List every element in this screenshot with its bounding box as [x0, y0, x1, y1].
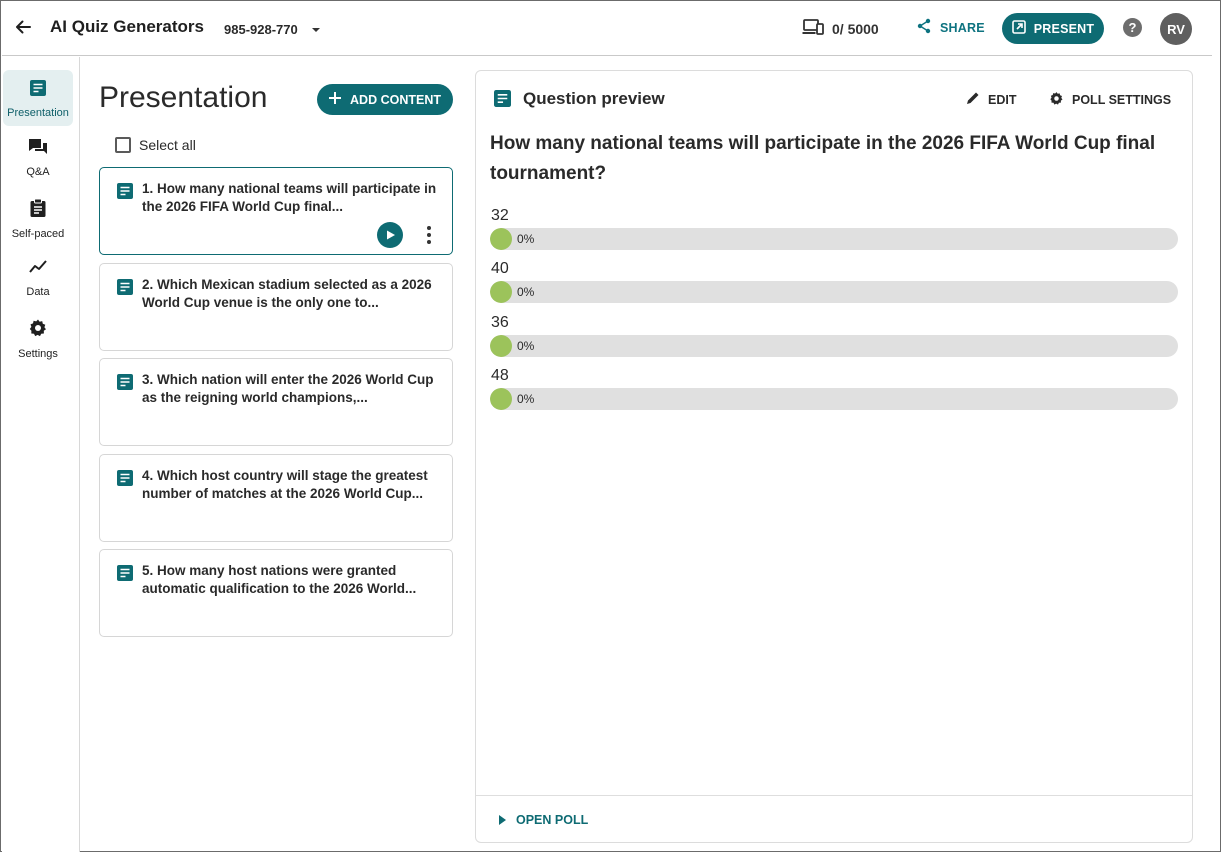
play-icon — [387, 230, 395, 240]
clipboard-icon — [29, 198, 47, 223]
poll-settings-button[interactable]: POLL SETTINGS — [1049, 91, 1171, 109]
question-text: How many national teams will participate… — [490, 133, 1156, 184]
chevron-down-icon — [311, 27, 320, 32]
event-code-label: 985-928-770 — [224, 22, 298, 37]
option-label: 48 — [491, 367, 509, 384]
chat-icon — [28, 138, 48, 161]
plus-icon — [329, 92, 342, 107]
add-content-button[interactable]: ADD CONTENT — [317, 84, 453, 115]
share-label: SHARE — [940, 20, 985, 35]
slide-icon — [494, 90, 511, 112]
left-nav: Presentation Q&A Self-paced Data Setting… — [2, 57, 80, 852]
question-card[interactable]: 2. Which Mexican stadium selected as a 2… — [99, 263, 453, 351]
app-title: AI Quiz Generators — [50, 17, 204, 36]
gear-icon — [1049, 91, 1064, 109]
option-label: 36 — [491, 314, 509, 331]
slide-icon — [117, 279, 133, 300]
participant-count-label: 0/ 5000 — [832, 20, 879, 37]
slide-icon — [117, 565, 133, 586]
add-content-label: ADD CONTENT — [350, 92, 441, 107]
option-percent: 0% — [517, 285, 535, 299]
question-card[interactable]: 1. How many national teams will particip… — [99, 167, 453, 255]
top-bar: AI Quiz Generators 985-928-770 0/ 5000 S… — [2, 2, 1212, 56]
slides-icon — [29, 79, 47, 102]
app-window: AI Quiz Generators 985-928-770 0/ 5000 S… — [0, 0, 1221, 852]
nav-label-qa: Q&A — [26, 166, 50, 178]
preview-footer: OPEN POLL — [476, 795, 1192, 843]
nav-label-data: Data — [26, 286, 50, 298]
present-button[interactable]: PRESENT — [1002, 13, 1104, 44]
select-all-label: Select all — [139, 137, 196, 153]
option-label: 32 — [491, 207, 509, 224]
avatar[interactable]: RV — [1160, 13, 1192, 45]
nav-item-self-paced[interactable]: Self-paced — [3, 189, 73, 245]
checkbox-box[interactable] — [115, 137, 131, 153]
open-poll-label: OPEN POLL — [516, 813, 589, 827]
question-card-text: 3. Which nation will enter the 2026 Worl… — [142, 372, 434, 405]
result-bar-fill — [490, 335, 512, 357]
devices-icon — [802, 18, 824, 39]
nav-item-data[interactable]: Data — [3, 249, 73, 305]
edit-label: EDIT — [988, 92, 1017, 107]
nav-label-self-paced: Self-paced — [11, 228, 65, 240]
question-card-text: 1. How many national teams will particip… — [142, 181, 437, 214]
nav-item-qa[interactable]: Q&A — [3, 129, 73, 185]
nav-label-settings: Settings — [18, 348, 58, 360]
option-percent: 0% — [517, 339, 535, 353]
slide-icon — [117, 470, 133, 491]
question-card[interactable]: 3. Which nation will enter the 2026 Worl… — [99, 358, 453, 446]
question-card-text: 5. How many host nations were granted au… — [142, 563, 417, 596]
slide-icon — [117, 183, 133, 204]
poll-option: 32 0% — [490, 207, 1180, 253]
poll-option: 40 0% — [490, 260, 1180, 306]
result-bar — [490, 281, 1178, 303]
open-poll-button[interactable]: OPEN POLL — [499, 813, 588, 827]
help-icon[interactable]: ? — [1123, 18, 1142, 37]
open-external-icon — [1011, 20, 1026, 37]
result-bar-fill — [490, 388, 512, 410]
result-bar-fill — [490, 281, 512, 303]
event-code-dropdown[interactable]: 985-928-770 — [224, 22, 320, 37]
poll-option: 36 0% — [490, 314, 1180, 360]
play-arrow-icon — [499, 815, 506, 825]
question-card-text: 4. Which host country will stage the gre… — [142, 468, 428, 501]
slide-icon — [117, 374, 133, 395]
back-arrow-icon[interactable] — [12, 16, 34, 38]
gear-icon — [28, 318, 48, 343]
question-card[interactable]: 5. How many host nations were granted au… — [99, 549, 453, 637]
play-button[interactable] — [377, 222, 403, 248]
result-bar-fill — [490, 228, 512, 250]
option-label: 40 — [491, 260, 509, 277]
nav-item-settings[interactable]: Settings — [3, 309, 73, 365]
result-bar — [490, 228, 1178, 250]
edit-button[interactable]: EDIT — [966, 91, 1016, 108]
question-preview-panel: Question preview EDIT POLL SETTINGS How … — [475, 70, 1193, 843]
poll-option: 48 0% — [490, 367, 1180, 413]
trend-icon — [28, 258, 48, 281]
more-vert-icon[interactable] — [419, 224, 439, 246]
nav-label-presentation: Presentation — [7, 107, 69, 119]
nav-item-presentation[interactable]: Presentation — [3, 70, 73, 126]
share-icon — [916, 18, 932, 37]
participant-count: 0/ 5000 — [802, 18, 879, 39]
result-bar — [490, 388, 1178, 410]
page-title: Presentation — [99, 81, 268, 114]
result-bar — [490, 335, 1178, 357]
option-percent: 0% — [517, 232, 535, 246]
question-card[interactable]: 4. Which host country will stage the gre… — [99, 454, 453, 542]
pencil-icon — [966, 91, 980, 108]
preview-title: Question preview — [523, 89, 665, 108]
present-label: PRESENT — [1033, 21, 1095, 36]
select-all-checkbox[interactable]: Select all — [115, 137, 196, 153]
poll-settings-label: POLL SETTINGS — [1072, 93, 1172, 107]
question-card-text: 2. Which Mexican stadium selected as a 2… — [142, 277, 432, 310]
option-percent: 0% — [517, 392, 535, 406]
share-button[interactable]: SHARE — [916, 18, 985, 37]
